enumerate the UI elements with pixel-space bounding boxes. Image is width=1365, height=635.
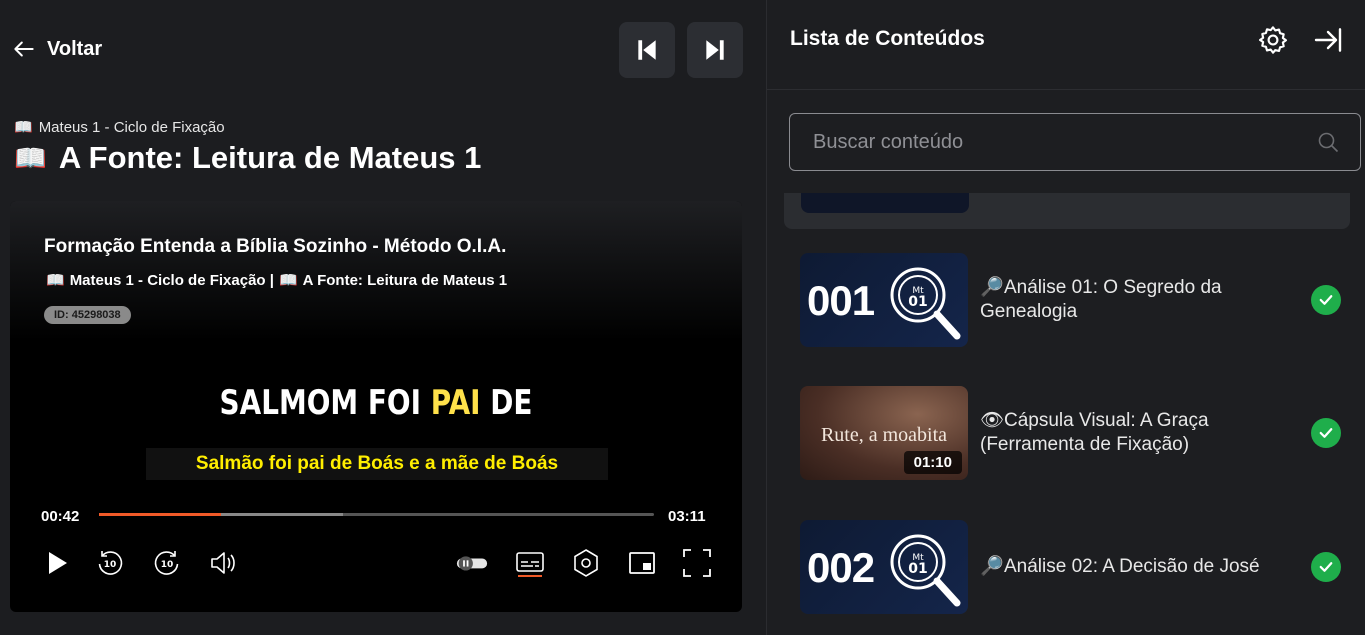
- duration-badge: 01:10: [903, 451, 962, 474]
- thumbnail-number: 001: [807, 277, 875, 324]
- book-icon: 📖: [46, 272, 65, 289]
- fullscreen-icon: [683, 549, 711, 577]
- next-lesson-button[interactable]: [687, 22, 743, 78]
- settings-button[interactable]: [568, 545, 604, 581]
- settings-hexagon-icon: [574, 549, 598, 577]
- book-icon: 📖: [278, 272, 298, 289]
- svg-text:01: 01: [908, 294, 927, 310]
- list-item[interactable]: 002 Mt 01 🔎Análise 02: A Decisão de José: [800, 520, 1350, 614]
- thumbnail-number: 002: [807, 544, 875, 591]
- duration: 03:11: [668, 508, 706, 525]
- captions-button[interactable]: [512, 545, 548, 581]
- thumbnail: 001 Mt 01: [800, 253, 968, 347]
- list-item-title: Análise 01: O Segredo da Genealogia: [980, 277, 1222, 322]
- content-sidebar: Lista de Conteúdos 001 Mt01 🔎Análise 01:…: [766, 0, 1365, 635]
- current-time: 00:42: [41, 508, 80, 525]
- list-item[interactable]: Rute, a moabita 01:10 👁Cápsula Visual: A…: [800, 386, 1350, 480]
- fullscreen-button[interactable]: [679, 545, 715, 581]
- caption-highlight: PAI: [430, 383, 481, 423]
- search-icon[interactable]: [1316, 130, 1340, 154]
- video-subtitle-part2: A Fonte: Leitura de Mateus 1: [302, 271, 508, 289]
- list-item-label: 🔎Análise 02: A Decisão de José: [980, 555, 1290, 579]
- thumbnail: 002 Mt 01: [800, 520, 968, 614]
- completed-check-icon: [1311, 552, 1341, 582]
- back-label: Voltar: [47, 37, 103, 60]
- search-field[interactable]: [789, 113, 1361, 171]
- page-title: 📖 A Fonte: Leitura de Mateus 1: [14, 140, 481, 176]
- completed-check-icon: [1311, 285, 1341, 315]
- eye-emoji-icon: 👁: [980, 410, 1005, 431]
- collapse-sidebar-icon[interactable]: [1312, 24, 1344, 56]
- thumbnail-text: Rute, a moabita: [820, 424, 948, 446]
- volume-icon: [211, 552, 235, 574]
- subtitle-track: Salmão foi pai de Boás e a mãe de Boás: [146, 448, 608, 480]
- left-pane: Voltar 📖 Mateus 1 - Ciclo de Fixação 📖 A…: [0, 0, 766, 635]
- video-frame-caption: SALMOM FOI PAI DE: [76, 383, 676, 423]
- caption-suffix: DE: [480, 383, 533, 423]
- sidebar-title: Lista de Conteúdos: [790, 27, 985, 50]
- breadcrumb-text: Mateus 1 - Ciclo de Fixação: [38, 118, 225, 136]
- picture-in-picture-icon: [629, 552, 655, 574]
- picture-in-picture-button[interactable]: [624, 545, 660, 581]
- thumbnail: Rute, a moabita 01:10: [800, 386, 968, 480]
- progress-fill: [99, 513, 222, 516]
- arrow-left-icon: [14, 41, 34, 57]
- rewind-10-icon: 10: [98, 551, 123, 575]
- play-icon: [49, 552, 67, 574]
- forward-10-button[interactable]: 10: [149, 545, 185, 581]
- video-player[interactable]: Formação Entenda a Bíblia Sozinho - Méto…: [10, 201, 742, 612]
- search-input[interactable]: [813, 130, 1316, 154]
- completed-check-icon: [1311, 418, 1341, 448]
- video-subtitle-part1: Mateus 1 - Ciclo de Fixação |: [69, 271, 274, 289]
- book-icon: 📖: [14, 142, 47, 173]
- skip-previous-icon: [638, 40, 656, 60]
- list-item-title: Análise 02: A Decisão de José: [1004, 556, 1260, 577]
- volume-button[interactable]: [204, 545, 240, 581]
- thumbnail: [801, 193, 969, 213]
- list-item-title: Cápsula Visual: A Graça (Ferramenta de F…: [980, 410, 1209, 455]
- list-item-label: 👁Cápsula Visual: A Graça (Ferramenta de …: [980, 409, 1290, 457]
- list-item[interactable]: 001 Mt 01 🔎Análise 01: O Segredo da Genea…: [800, 253, 1350, 347]
- rewind-10-button[interactable]: 10: [92, 545, 128, 581]
- list-item-previous[interactable]: [784, 193, 1350, 229]
- book-icon: 📖: [14, 119, 33, 136]
- content-list: 001 Mt 01 🔎Análise 01: O Segredo da Genea…: [783, 193, 1350, 635]
- gear-icon[interactable]: [1257, 24, 1289, 56]
- video-id-badge: ID: 45298038: [44, 306, 131, 324]
- pause-toggle-icon: [456, 556, 488, 571]
- svg-text:10: 10: [104, 560, 117, 570]
- caption-prefix: SALMOM FOI: [219, 383, 431, 423]
- captions-icon: [516, 552, 544, 577]
- breadcrumb: 📖 Mateus 1 - Ciclo de Fixação: [14, 118, 225, 137]
- magnifier-emoji-icon: 🔎: [980, 556, 1004, 577]
- sidebar-header: Lista de Conteúdos: [767, 0, 1365, 90]
- back-button[interactable]: Voltar: [11, 36, 102, 62]
- forward-10-icon: 10: [154, 551, 179, 575]
- play-button[interactable]: [38, 545, 74, 581]
- magnifier-icon: Mt01: [890, 267, 961, 340]
- magnifier-icon: Mt01: [890, 534, 961, 607]
- skip-next-icon: [706, 40, 724, 60]
- video-subtitle: 📖 Mateus 1 - Ciclo de Fixação | 📖 A Font…: [46, 271, 508, 290]
- progress-bar[interactable]: [99, 513, 654, 516]
- autoplay-toggle[interactable]: [454, 545, 490, 581]
- video-title: Formação Entenda a Bíblia Sozinho - Méto…: [44, 236, 507, 257]
- page-title-text: A Fonte: Leitura de Mateus 1: [58, 140, 482, 175]
- svg-text:10: 10: [161, 560, 174, 570]
- previous-lesson-button[interactable]: [619, 22, 675, 78]
- magnifier-emoji-icon: 🔎: [980, 277, 1004, 298]
- list-item-label: 🔎Análise 01: O Segredo da Genealogia: [980, 276, 1290, 324]
- svg-text:01: 01: [908, 561, 927, 577]
